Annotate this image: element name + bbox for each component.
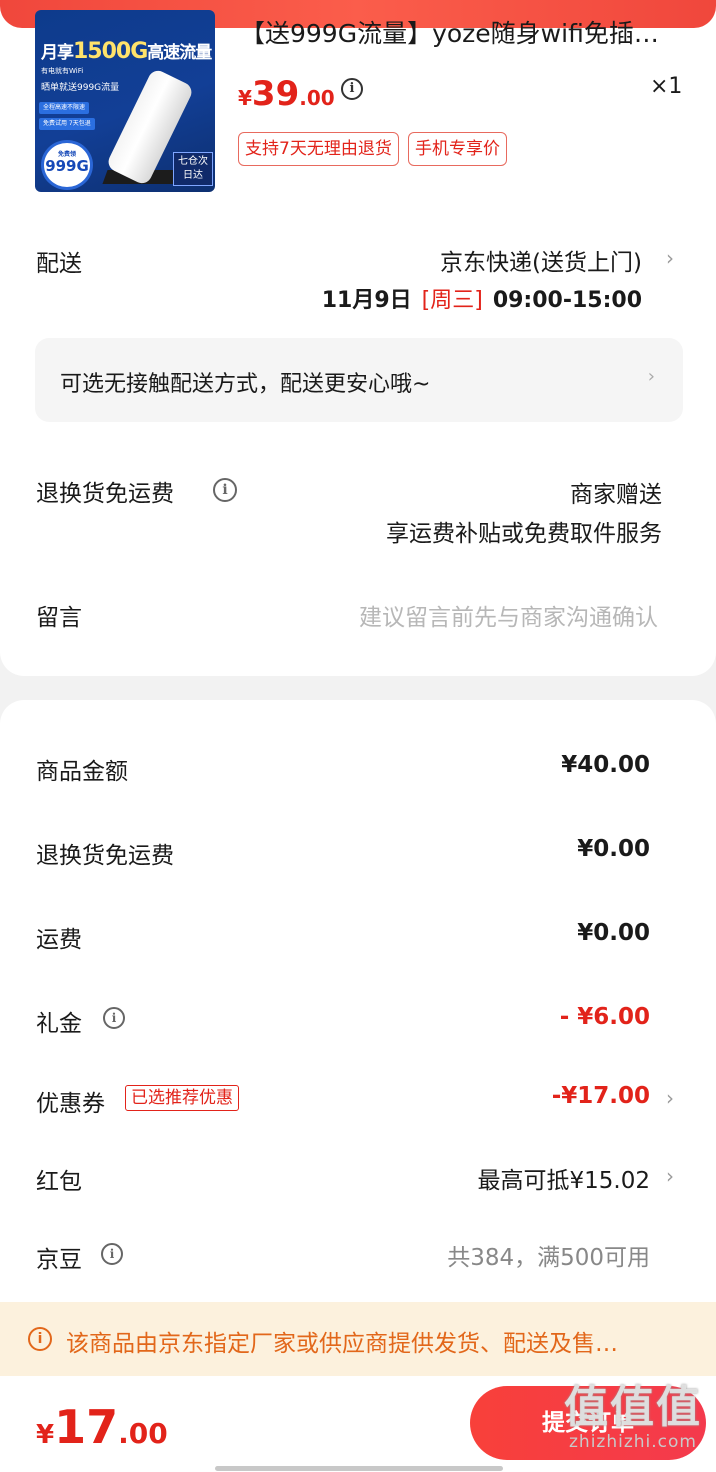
alert-text: 该商品由京东指定厂家或供应商提供发货、配送及售… <box>66 1331 618 1357</box>
contactless-notice[interactable]: 可选无接触配送方式，配送更安心哦~ › <box>35 338 683 422</box>
home-indicator[interactable] <box>215 1466 503 1471</box>
supplier-alert[interactable]: i 该商品由京东指定厂家或供应商提供发货、配送及售… <box>0 1302 716 1376</box>
redpack-chevron-icon[interactable]: › <box>666 1164 674 1188</box>
total-price: ¥17.00 <box>36 1400 168 1454</box>
delivery-chevron-icon[interactable]: › <box>666 246 674 270</box>
return-shipping-info-icon[interactable]: i <box>213 478 237 502</box>
product-thumbnail[interactable]: 月享1500G高速流量 有电就有WiFi 晒单就送999G流量 全程高速不限速 … <box>35 10 215 192</box>
thumb-chip1: 全程高速不限速 <box>39 102 90 114</box>
freight-label: 运费 <box>36 927 82 953</box>
gift-value: - ¥6.00 <box>559 1004 650 1030</box>
alert-info-icon: i <box>28 1327 52 1351</box>
thumb-badge: 免费领 999G <box>41 140 93 190</box>
jd-bean-info-icon[interactable]: i <box>101 1243 123 1265</box>
coupon-value[interactable]: -¥17.00 <box>552 1083 650 1109</box>
message-input[interactable]: 建议留言前先与商家沟通确认 <box>359 598 658 632</box>
return-policy-tag: 支持7天无理由退货 <box>238 132 399 166</box>
product-price: ¥39.00 <box>238 74 335 114</box>
coupon-chevron-icon[interactable]: › <box>666 1086 674 1110</box>
gift-label: 礼金 <box>36 1011 82 1037</box>
return-fee-label: 退换货免运费 <box>36 843 174 869</box>
jd-bean-label: 京豆 <box>36 1247 82 1273</box>
delivery-method[interactable]: 京东快递(送货上门) <box>440 243 642 277</box>
thumb-line1: 有电就有WiFi <box>41 67 84 75</box>
redpack-label: 红包 <box>36 1169 82 1195</box>
thumb-headline: 月享1500G高速流量 <box>41 39 212 64</box>
delivery-label: 配送 <box>36 251 82 277</box>
freight-value: ¥0.00 <box>577 920 650 946</box>
delivery-date[interactable]: 11月9日 [周三] 09:00-15:00 <box>322 282 642 314</box>
redpack-value[interactable]: 最高可抵¥15.02 <box>478 1161 650 1195</box>
order-card: 月享1500G高速流量 有电就有WiFi 晒单就送999G流量 全程高速不限速 … <box>0 0 716 676</box>
coupon-label: 优惠券 <box>36 1091 105 1117</box>
watermark-logo: 值值值 zhizhizhi.com <box>564 1382 702 1452</box>
return-shipping-desc: 享运费补贴或免费取件服务 <box>386 521 662 547</box>
return-shipping-label: 退换货免运费 <box>36 481 174 507</box>
price-info-icon[interactable]: i <box>341 78 363 100</box>
thumb-chip2: 免费试用 7天包退 <box>39 118 95 130</box>
mobile-price-tag: 手机专享价 <box>408 132 507 166</box>
gift-info-icon[interactable]: i <box>103 1007 125 1029</box>
jd-bean-value: 共384，满500可用 <box>447 1245 650 1271</box>
return-fee-value: ¥0.00 <box>577 836 650 862</box>
thumb-corner-tag: 七仓次日达 <box>173 152 213 186</box>
goods-amount-label: 商品金额 <box>36 759 128 785</box>
coupon-recommended-tag: 已选推荐优惠 <box>125 1085 239 1111</box>
product-title[interactable]: 【送999G流量】yoze随身wifi免插… <box>240 14 680 50</box>
return-shipping-value: 商家赠送 <box>570 482 662 508</box>
notice-chevron-icon: › <box>647 366 655 387</box>
product-quantity: ×1 <box>650 74 683 99</box>
thumb-line2: 晒单就送999G流量 <box>41 83 120 93</box>
goods-amount-value: ¥40.00 <box>561 752 650 778</box>
message-label: 留言 <box>36 605 82 631</box>
